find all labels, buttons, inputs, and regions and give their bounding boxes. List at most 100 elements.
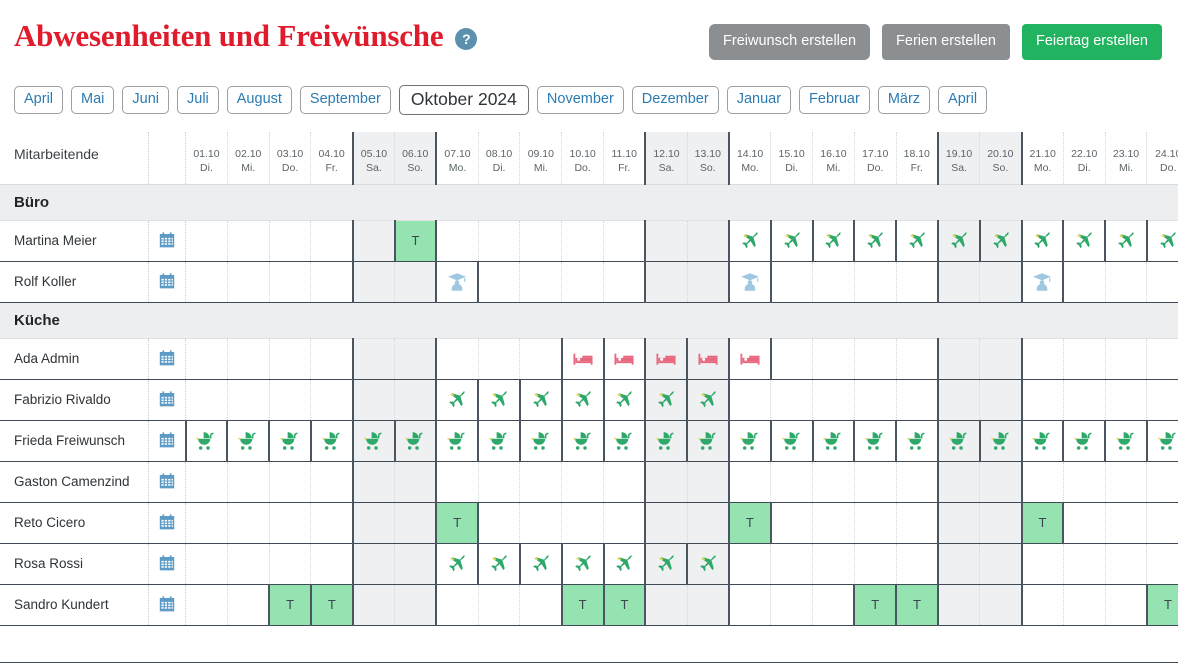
absence-cell[interactable] (771, 220, 813, 261)
employee-name[interactable]: Reto Cicero (0, 502, 149, 543)
empty-day-cell[interactable] (938, 584, 980, 625)
absence-cell[interactable] (1105, 420, 1147, 461)
absence-cell[interactable] (227, 420, 269, 461)
absence-cell[interactable] (604, 338, 646, 379)
freiwunsch-cell[interactable]: T (562, 584, 604, 625)
empty-day-cell[interactable] (771, 338, 813, 379)
empty-day-cell[interactable] (604, 261, 646, 302)
empty-day-cell[interactable] (395, 338, 437, 379)
empty-day-cell[interactable] (1147, 379, 1178, 420)
empty-day-cell[interactable] (729, 461, 771, 502)
empty-day-cell[interactable] (896, 261, 938, 302)
question-mark-icon[interactable]: ? (455, 28, 477, 50)
empty-day-cell[interactable] (771, 379, 813, 420)
empty-day-cell[interactable] (186, 502, 228, 543)
absence-cell[interactable] (645, 543, 687, 584)
empty-day-cell[interactable] (813, 338, 855, 379)
empty-day-cell[interactable] (813, 543, 855, 584)
month-tab-februar[interactable]: Februar (799, 86, 870, 115)
employee-calendar-button[interactable] (149, 338, 186, 379)
empty-day-cell[interactable] (980, 502, 1022, 543)
absence-cell[interactable] (729, 420, 771, 461)
empty-day-cell[interactable] (771, 502, 813, 543)
empty-day-cell[interactable] (186, 220, 228, 261)
freiwunsch-cell[interactable]: T (311, 584, 353, 625)
month-tab-august[interactable]: August (227, 86, 292, 115)
empty-day-cell[interactable] (645, 261, 687, 302)
empty-day-cell[interactable] (520, 261, 562, 302)
month-tab-juli[interactable]: Juli (177, 86, 219, 115)
empty-day-cell[interactable] (478, 338, 520, 379)
absence-cell[interactable] (478, 543, 520, 584)
empty-day-cell[interactable] (269, 543, 311, 584)
empty-day-cell[interactable] (478, 220, 520, 261)
empty-day-cell[interactable] (1063, 261, 1105, 302)
month-tab-april[interactable]: April (14, 86, 63, 115)
absence-cell[interactable] (269, 420, 311, 461)
empty-day-cell[interactable] (980, 338, 1022, 379)
empty-day-cell[interactable] (1022, 584, 1064, 625)
employee-calendar-button[interactable] (149, 220, 186, 261)
empty-day-cell[interactable] (269, 502, 311, 543)
empty-day-cell[interactable] (980, 379, 1022, 420)
empty-day-cell[interactable] (353, 543, 395, 584)
empty-day-cell[interactable] (854, 338, 896, 379)
empty-day-cell[interactable] (311, 338, 353, 379)
empty-day-cell[interactable] (269, 461, 311, 502)
empty-day-cell[interactable] (1022, 461, 1064, 502)
empty-day-cell[interactable] (1063, 461, 1105, 502)
empty-day-cell[interactable] (854, 461, 896, 502)
empty-day-cell[interactable] (186, 584, 228, 625)
absence-cell[interactable] (687, 543, 729, 584)
empty-day-cell[interactable] (645, 461, 687, 502)
empty-day-cell[interactable] (311, 379, 353, 420)
empty-day-cell[interactable] (1022, 338, 1064, 379)
empty-day-cell[interactable] (896, 338, 938, 379)
absence-cell[interactable] (436, 379, 478, 420)
empty-day-cell[interactable] (353, 261, 395, 302)
empty-day-cell[interactable] (353, 338, 395, 379)
empty-day-cell[interactable] (186, 338, 228, 379)
empty-day-cell[interactable] (562, 261, 604, 302)
empty-day-cell[interactable] (1105, 584, 1147, 625)
empty-day-cell[interactable] (269, 338, 311, 379)
employee-name[interactable]: Gaston Camenzind (0, 461, 149, 502)
employee-name[interactable]: Rolf Koller (0, 261, 149, 302)
empty-day-cell[interactable] (436, 584, 478, 625)
absence-cell[interactable] (687, 338, 729, 379)
empty-day-cell[interactable] (436, 461, 478, 502)
create-freiwunsch-button[interactable]: Freiwunsch erstellen (709, 24, 870, 60)
absence-cell[interactable] (938, 420, 980, 461)
month-tab-november[interactable]: November (537, 86, 624, 115)
empty-day-cell[interactable] (896, 461, 938, 502)
absence-cell[interactable] (1063, 220, 1105, 261)
empty-day-cell[interactable] (938, 338, 980, 379)
empty-day-cell[interactable] (1105, 543, 1147, 584)
month-tab-märz[interactable]: März (878, 86, 930, 115)
empty-day-cell[interactable] (938, 543, 980, 584)
empty-day-cell[interactable] (269, 379, 311, 420)
empty-day-cell[interactable] (311, 261, 353, 302)
empty-day-cell[interactable] (687, 502, 729, 543)
empty-day-cell[interactable] (771, 584, 813, 625)
absence-cell[interactable] (645, 338, 687, 379)
employee-name[interactable]: Rosa Rossi (0, 543, 149, 584)
employee-calendar-button[interactable] (149, 461, 186, 502)
empty-day-cell[interactable] (353, 502, 395, 543)
absence-cell[interactable] (813, 420, 855, 461)
absence-cell[interactable] (938, 220, 980, 261)
absence-cell[interactable] (729, 261, 771, 302)
absence-cell[interactable] (645, 379, 687, 420)
empty-day-cell[interactable] (311, 502, 353, 543)
empty-day-cell[interactable] (227, 261, 269, 302)
freiwunsch-cell[interactable]: T (1147, 584, 1178, 625)
empty-day-cell[interactable] (980, 461, 1022, 502)
absence-cell[interactable] (896, 220, 938, 261)
absence-cell[interactable] (520, 543, 562, 584)
absence-cell[interactable] (729, 220, 771, 261)
empty-day-cell[interactable] (562, 461, 604, 502)
freiwunsch-cell[interactable]: T (395, 220, 437, 261)
create-feiertag-button[interactable]: Feiertag erstellen (1022, 24, 1162, 60)
absence-cell[interactable] (436, 261, 478, 302)
absence-cell[interactable] (353, 420, 395, 461)
